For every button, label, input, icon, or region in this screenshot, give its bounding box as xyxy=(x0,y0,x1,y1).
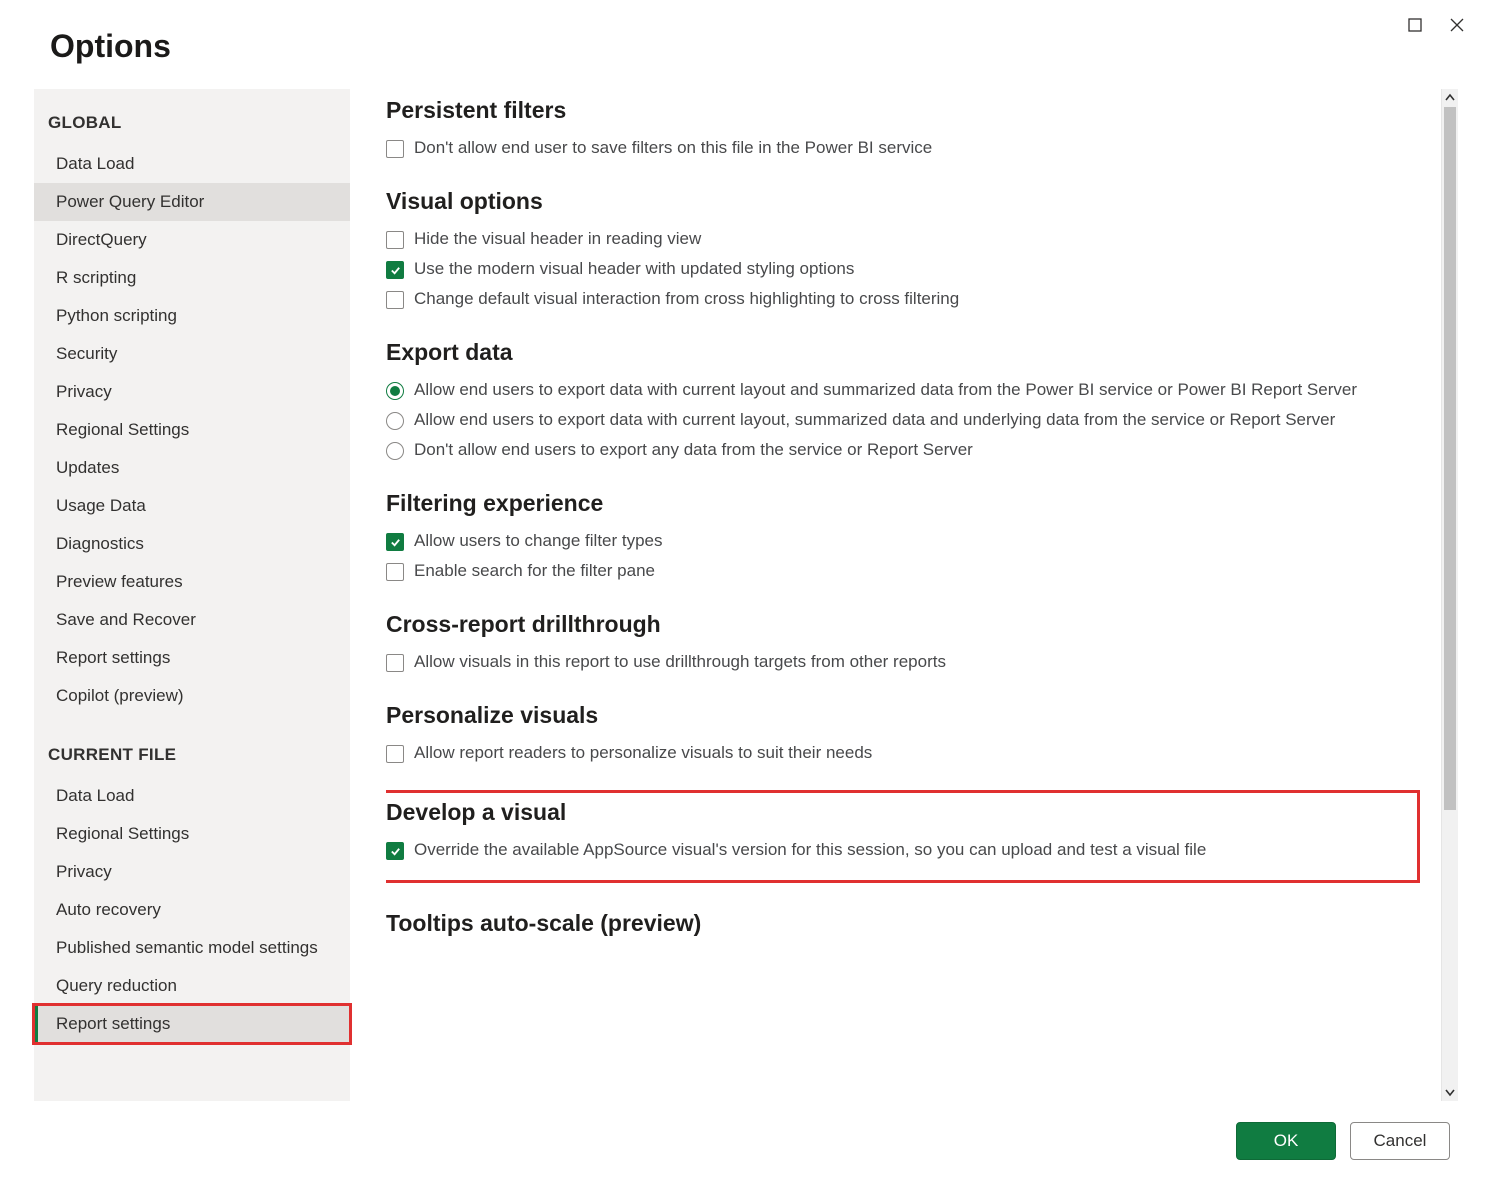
opt-cross-report-drillthrough[interactable]: Allow visuals in this report to use dril… xyxy=(386,652,1417,672)
opt-enable-search-filter-pane[interactable]: Enable search for the filter pane xyxy=(386,561,1417,581)
sidebar-item-cf-report-settings[interactable]: Report settings xyxy=(34,1005,350,1043)
sidebar-item-cf-published-semantic[interactable]: Published semantic model settings xyxy=(34,929,350,967)
sidebar-header-global: GLOBAL xyxy=(34,103,350,145)
checkbox-icon[interactable] xyxy=(386,745,404,763)
radio-icon[interactable] xyxy=(386,412,404,430)
sidebar-item-global-save-recover[interactable]: Save and Recover xyxy=(34,601,350,639)
opt-export-summarized[interactable]: Allow end users to export data with curr… xyxy=(386,380,1417,400)
sidebar-item-global-copilot[interactable]: Copilot (preview) xyxy=(34,677,350,715)
main-area: GLOBAL Data LoadPower Query EditorDirect… xyxy=(0,65,1486,1101)
sidebar-item-cf-privacy[interactable]: Privacy xyxy=(34,853,350,891)
group-filtering-experience: Filtering experience Allow users to chan… xyxy=(386,490,1417,581)
scroll-track[interactable] xyxy=(1442,107,1458,1083)
heading-persistent-filters: Persistent filters xyxy=(386,97,1417,124)
sidebar-item-global-preview-features[interactable]: Preview features xyxy=(34,563,350,601)
opt-label: Change default visual interaction from c… xyxy=(414,289,959,309)
vertical-scrollbar[interactable] xyxy=(1441,89,1458,1101)
heading-tooltips-autoscale: Tooltips auto-scale (preview) xyxy=(386,910,1417,937)
checkbox-icon[interactable] xyxy=(386,140,404,158)
opt-label: Override the available AppSource visual'… xyxy=(414,840,1206,860)
heading-personalize-visuals: Personalize visuals xyxy=(386,702,1417,729)
sidebar: GLOBAL Data LoadPower Query EditorDirect… xyxy=(34,89,350,1101)
sidebar-item-global-python-scripting[interactable]: Python scripting xyxy=(34,297,350,335)
sidebar-item-global-r-scripting[interactable]: R scripting xyxy=(34,259,350,297)
opt-hide-visual-header[interactable]: Hide the visual header in reading view xyxy=(386,229,1417,249)
checkbox-icon[interactable] xyxy=(386,654,404,672)
sidebar-item-cf-auto-recovery[interactable]: Auto recovery xyxy=(34,891,350,929)
group-cross-report: Cross-report drillthrough Allow visuals … xyxy=(386,611,1417,672)
ok-button[interactable]: OK xyxy=(1236,1122,1336,1160)
sidebar-item-global-report-settings[interactable]: Report settings xyxy=(34,639,350,677)
checkbox-icon[interactable] xyxy=(386,231,404,249)
dialog-title: Options xyxy=(50,28,171,65)
radio-icon[interactable] xyxy=(386,382,404,400)
checkbox-icon[interactable] xyxy=(386,563,404,581)
sidebar-item-global-updates[interactable]: Updates xyxy=(34,449,350,487)
sidebar-item-global-data-load[interactable]: Data Load xyxy=(34,145,350,183)
opt-cross-filtering-default[interactable]: Change default visual interaction from c… xyxy=(386,289,1417,309)
scroll-down-icon[interactable] xyxy=(1442,1083,1458,1101)
sidebar-item-global-usage-data[interactable]: Usage Data xyxy=(34,487,350,525)
opt-label: Use the modern visual header with update… xyxy=(414,259,854,279)
group-visual-options: Visual options Hide the visual header in… xyxy=(386,188,1417,309)
group-export-data: Export data Allow end users to export da… xyxy=(386,339,1417,460)
opt-override-appsource-visual[interactable]: Override the available AppSource visual'… xyxy=(386,840,1409,860)
group-personalize-visuals: Personalize visuals Allow report readers… xyxy=(386,702,1417,763)
opt-personalize-visuals[interactable]: Allow report readers to personalize visu… xyxy=(386,743,1417,763)
opt-export-none[interactable]: Don't allow end users to export any data… xyxy=(386,440,1417,460)
opt-persistent-filters-dont-allow[interactable]: Don't allow end user to save filters on … xyxy=(386,138,1417,158)
sidebar-item-global-directquery[interactable]: DirectQuery xyxy=(34,221,350,259)
opt-label: Enable search for the filter pane xyxy=(414,561,655,581)
sidebar-item-global-regional[interactable]: Regional Settings xyxy=(34,411,350,449)
sidebar-item-cf-data-load[interactable]: Data Load xyxy=(34,777,350,815)
dialog-footer: OK Cancel xyxy=(1236,1122,1450,1160)
opt-label: Allow end users to export data with curr… xyxy=(414,380,1357,400)
sidebar-item-global-privacy[interactable]: Privacy xyxy=(34,373,350,411)
opt-label: Hide the visual header in reading view xyxy=(414,229,701,249)
heading-develop-visual: Develop a visual xyxy=(386,799,1409,826)
opt-change-filter-types[interactable]: Allow users to change filter types xyxy=(386,531,1417,551)
opt-label: Don't allow end users to export any data… xyxy=(414,440,973,460)
sidebar-item-cf-regional[interactable]: Regional Settings xyxy=(34,815,350,853)
group-develop-visual: Develop a visual Override the available … xyxy=(386,793,1417,880)
content-wrap: Persistent filters Don't allow end user … xyxy=(386,89,1458,1101)
opt-label: Allow users to change filter types xyxy=(414,531,663,551)
opt-modern-visual-header[interactable]: Use the modern visual header with update… xyxy=(386,259,1417,279)
group-tooltips-autoscale: Tooltips auto-scale (preview) xyxy=(386,910,1417,937)
checkbox-icon[interactable] xyxy=(386,261,404,279)
scroll-up-icon[interactable] xyxy=(1442,89,1458,107)
opt-label: Allow report readers to personalize visu… xyxy=(414,743,872,763)
maximize-icon[interactable] xyxy=(1404,14,1426,36)
sidebar-item-global-security[interactable]: Security xyxy=(34,335,350,373)
heading-visual-options: Visual options xyxy=(386,188,1417,215)
opt-label: Don't allow end user to save filters on … xyxy=(414,138,932,158)
checkbox-icon[interactable] xyxy=(386,533,404,551)
sidebar-item-global-diagnostics[interactable]: Diagnostics xyxy=(34,525,350,563)
titlebar: Options xyxy=(0,0,1486,65)
heading-export-data: Export data xyxy=(386,339,1417,366)
group-persistent-filters: Persistent filters Don't allow end user … xyxy=(386,97,1417,158)
heading-cross-report: Cross-report drillthrough xyxy=(386,611,1417,638)
cancel-button[interactable]: Cancel xyxy=(1350,1122,1450,1160)
sidebar-header-current-file: CURRENT FILE xyxy=(34,735,350,777)
close-icon[interactable] xyxy=(1446,14,1468,36)
heading-filtering-experience: Filtering experience xyxy=(386,490,1417,517)
scroll-thumb[interactable] xyxy=(1444,107,1456,810)
opt-export-underlying[interactable]: Allow end users to export data with curr… xyxy=(386,410,1417,430)
sidebar-item-cf-query-reduction[interactable]: Query reduction xyxy=(34,967,350,1005)
window-controls xyxy=(1404,0,1468,36)
opt-label: Allow visuals in this report to use dril… xyxy=(414,652,946,672)
sidebar-item-global-power-query[interactable]: Power Query Editor xyxy=(34,183,350,221)
radio-icon[interactable] xyxy=(386,442,404,460)
checkbox-icon[interactable] xyxy=(386,291,404,309)
opt-label: Allow end users to export data with curr… xyxy=(414,410,1335,430)
content-scroll: Persistent filters Don't allow end user … xyxy=(386,89,1441,1101)
checkbox-icon[interactable] xyxy=(386,842,404,860)
